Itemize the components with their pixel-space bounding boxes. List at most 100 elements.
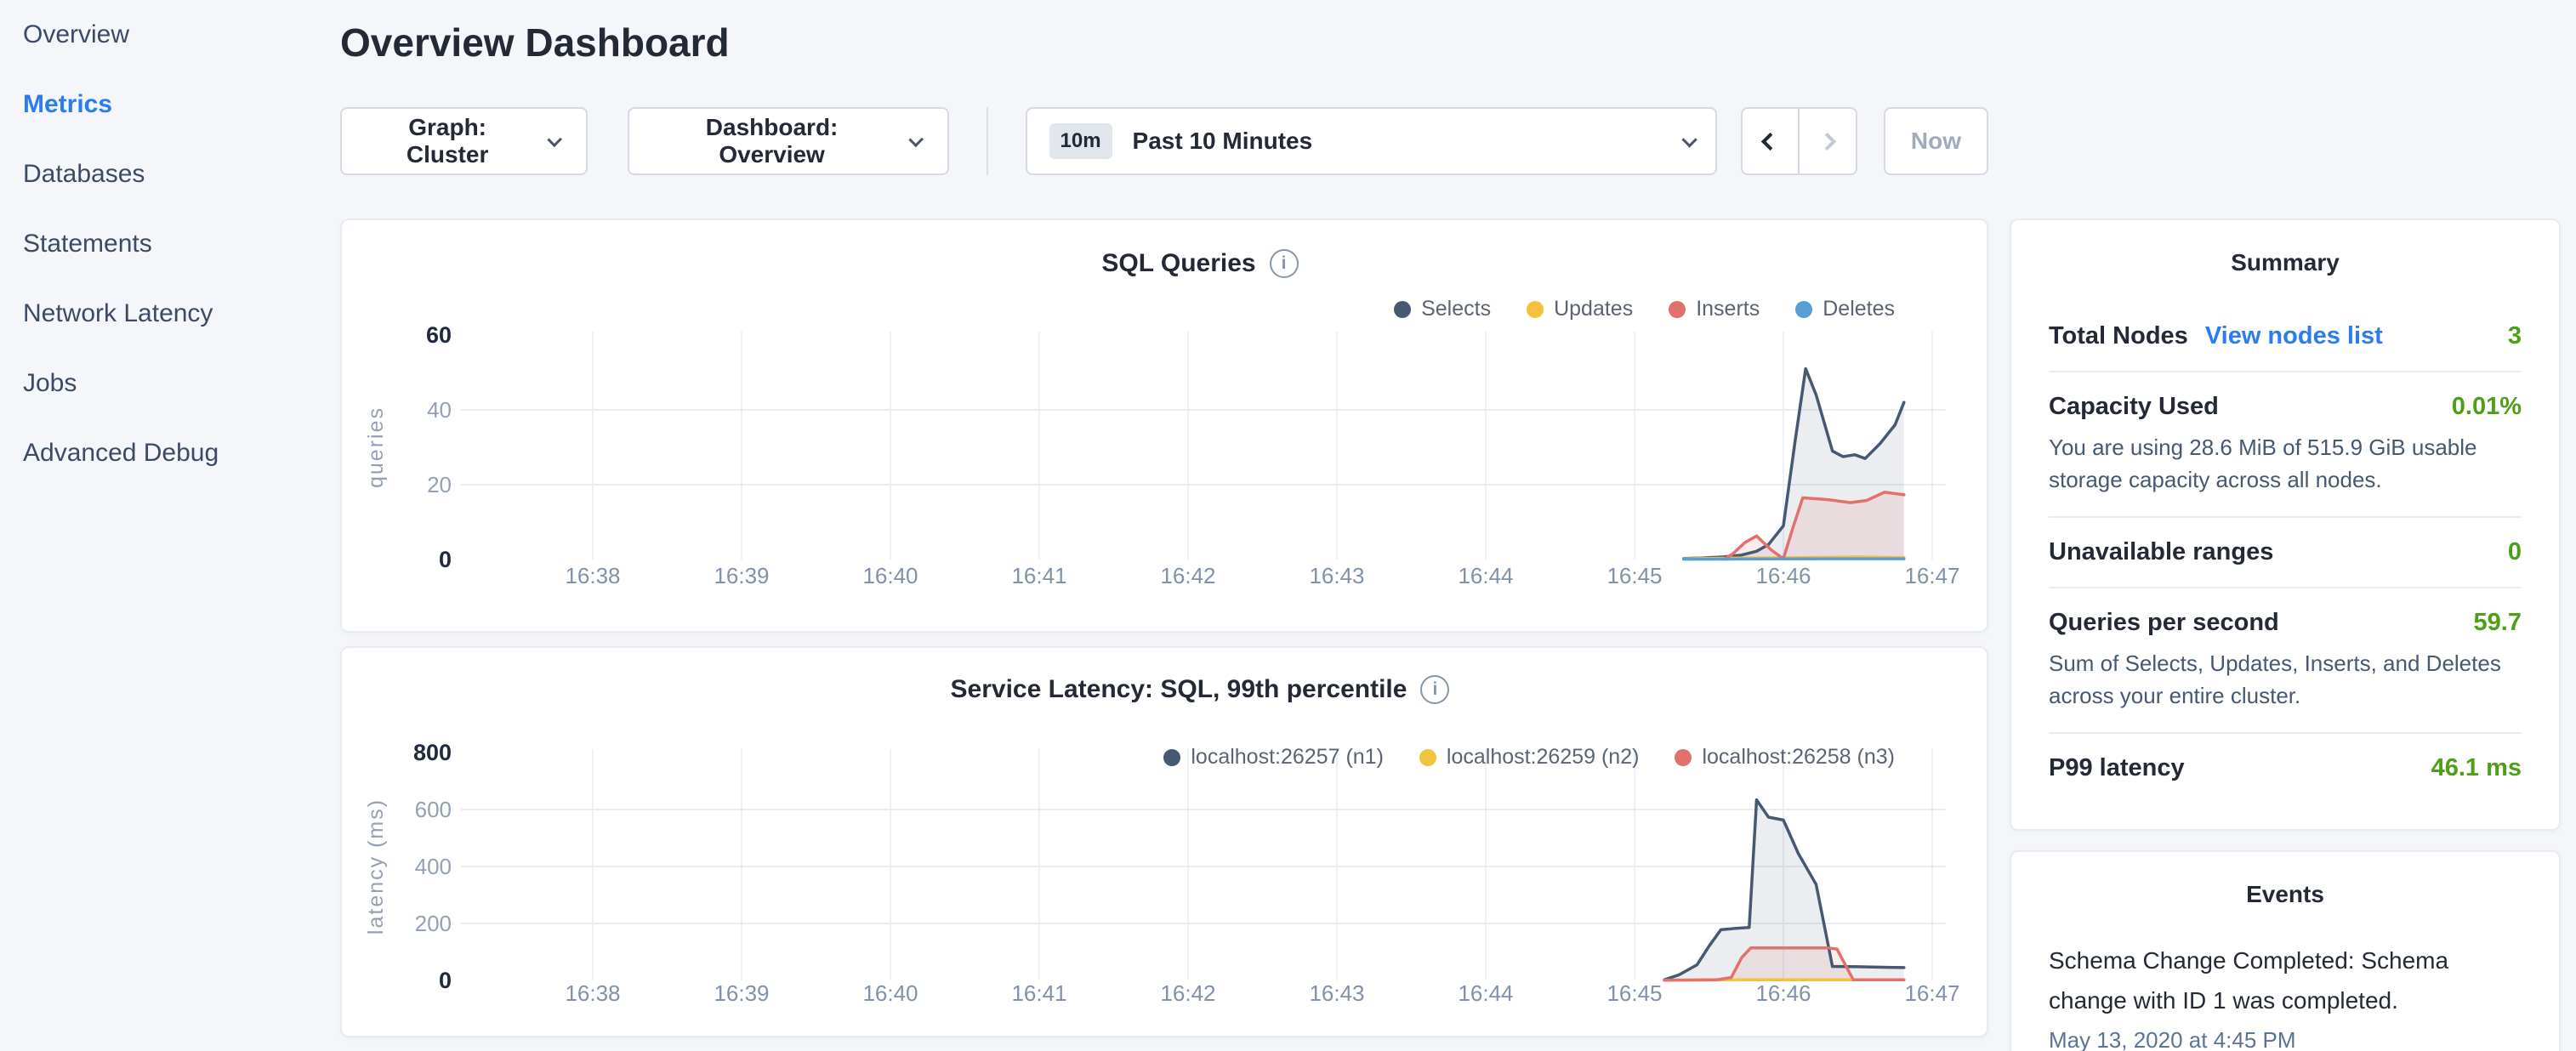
summary-row-value: 46.1 ms [2431, 754, 2522, 782]
summary-row-description: You are using 28.6 MiB of 515.9 GiB usab… [2049, 431, 2522, 496]
sidebar-item-overview[interactable]: Overview [0, 0, 340, 70]
y-axis-tick-label: 0 [439, 968, 452, 993]
x-axis-tick-label: 16:47 [1904, 563, 1959, 588]
legend-label: Selects [1421, 297, 1491, 321]
x-axis-tick-label: 16:44 [1458, 563, 1513, 588]
dashboard-dropdown[interactable]: Dashboard: Overview [628, 107, 949, 175]
x-axis-tick-label: 16:45 [1606, 563, 1662, 588]
sql-queries-legend: Selects Updates Inserts Deletes [1394, 297, 1895, 321]
legend-label: Inserts [1696, 297, 1760, 321]
service-latency-plot[interactable]: 16:3816:3916:4016:4116:4216:4316:4416:45… [342, 648, 1990, 1039]
graph-dropdown-label: Graph: Cluster [369, 114, 526, 168]
x-axis-tick-label: 16:42 [1160, 563, 1215, 588]
sidebar-item-advanced-debug[interactable]: Advanced Debug [0, 418, 340, 488]
x-axis-tick-label: 16:41 [1011, 980, 1066, 1006]
service-latency-title: Service Latency: SQL, 99th percentile i [461, 675, 1939, 704]
sidebar-item-metrics[interactable]: Metrics [0, 70, 340, 139]
x-axis-tick-label: 16:40 [862, 980, 918, 1006]
info-icon[interactable]: i [1270, 249, 1299, 278]
sidebar-item-network-latency[interactable]: Network Latency [0, 279, 340, 349]
sidebar-item-databases[interactable]: Databases [0, 139, 340, 209]
sidebar-item-label: Network Latency [23, 299, 213, 327]
event-timestamp: May 13, 2020 at 4:45 PM [2049, 1027, 2522, 1051]
x-axis-tick-label: 16:43 [1309, 563, 1364, 588]
time-next-button[interactable] [1800, 109, 1856, 173]
sidebar-item-label: Advanced Debug [23, 439, 219, 467]
chart-title-text: SQL Queries [1101, 249, 1255, 278]
y-axis-title: queries [364, 406, 388, 488]
x-axis-tick-label: 16:41 [1011, 563, 1066, 588]
time-range-label: Past 10 Minutes [1133, 128, 1683, 155]
x-axis-tick-label: 16:46 [1755, 563, 1811, 588]
legend-item[interactable]: Inserts [1669, 297, 1760, 321]
legend-dot [1527, 301, 1544, 318]
chart-title-text: Service Latency: SQL, 99th percentile [951, 675, 1407, 704]
chevron-right-icon [1818, 132, 1836, 150]
summary-row-total-nodes: Total Nodes View nodes list 3 [2049, 302, 2522, 372]
legend-label: Updates [1554, 297, 1633, 321]
sidebar-item-jobs[interactable]: Jobs [0, 349, 340, 418]
view-nodes-list-link[interactable]: View nodes list [2205, 322, 2383, 350]
summary-card: Summary Total Nodes View nodes list 3 Ca… [2010, 219, 2561, 831]
events-card: Events Schema Change Completed: Schema c… [2010, 850, 2561, 1051]
main-content: Overview Dashboard Graph: Cluster Dashbo… [340, 0, 1988, 1051]
time-range-badge: 10m [1049, 123, 1112, 159]
y-axis-tick-label: 200 [415, 911, 452, 936]
y-axis-tick-label: 400 [415, 854, 452, 879]
sidebar-item-statements[interactable]: Statements [0, 209, 340, 279]
y-axis-tick-label: 0 [439, 547, 452, 572]
summary-row-value: 0.01% [2452, 393, 2522, 421]
now-button[interactable]: Now [1884, 107, 1988, 175]
x-axis-tick-label: 16:47 [1904, 980, 1959, 1006]
legend-label: localhost:26258 (n3) [1702, 745, 1895, 770]
chevron-left-icon [1761, 132, 1779, 150]
legend-item[interactable]: localhost:26259 (n2) [1419, 745, 1640, 770]
x-axis-tick-label: 16:38 [565, 563, 620, 588]
summary-rows: Total Nodes View nodes list 3 Capacity U… [2049, 302, 2522, 803]
events-title: Events [2049, 881, 2522, 908]
summary-title: Summary [2049, 249, 2522, 276]
dashboard-dropdown-label: Dashboard: Overview [657, 114, 887, 168]
chevron-down-icon [1682, 132, 1697, 147]
summary-row-label: Capacity Used [2049, 393, 2219, 421]
legend-item[interactable]: Updates [1527, 297, 1633, 321]
legend-label: localhost:26257 (n1) [1191, 745, 1384, 770]
legend-item[interactable]: Selects [1394, 297, 1491, 321]
summary-row-description: Sum of Selects, Updates, Inserts, and De… [2049, 647, 2522, 712]
info-icon[interactable]: i [1420, 675, 1449, 704]
summary-row-label: Unavailable ranges [2049, 538, 2273, 566]
legend-item[interactable]: Deletes [1795, 297, 1895, 321]
app-root: Overview Metrics Databases Statements Ne… [0, 0, 2576, 1051]
sql-queries-plot[interactable]: 16:3816:3916:4016:4116:4216:4316:4416:45… [342, 220, 1990, 634]
x-axis-tick-label: 16:46 [1755, 980, 1811, 1006]
toolbar: Graph: Cluster Dashboard: Overview 10m P… [340, 107, 1988, 175]
legend-item[interactable]: localhost:26257 (n1) [1163, 745, 1384, 770]
chevron-down-icon [548, 132, 563, 147]
summary-row-label: P99 latency [2049, 754, 2185, 782]
toolbar-divider [987, 107, 988, 175]
series-area [1724, 492, 1904, 560]
page-title: Overview Dashboard [340, 20, 1988, 65]
summary-row-capacity-used: Capacity Used 0.01% You are using 28.6 M… [2049, 372, 2522, 518]
sidebar-item-label: Metrics [23, 90, 112, 118]
legend-dot [1163, 749, 1180, 766]
time-range-selector[interactable]: 10m Past 10 Minutes [1026, 107, 1718, 175]
sql-queries-chart-card: 16:3816:3916:4016:4116:4216:4316:4416:45… [340, 219, 1988, 633]
summary-row-label: Queries per second [2049, 609, 2279, 637]
x-axis-tick-label: 16:44 [1458, 980, 1513, 1006]
y-axis-tick-label: 20 [427, 472, 452, 497]
x-axis-tick-label: 16:38 [565, 980, 620, 1006]
y-axis-tick-label: 800 [413, 740, 452, 765]
legend-dot [1669, 301, 1686, 318]
event-list-item[interactable]: Schema Change Completed: Schema change w… [2049, 940, 2522, 1051]
x-axis-tick-label: 16:39 [714, 563, 769, 588]
event-message: Schema Change Completed: Schema change w… [2049, 940, 2522, 1020]
time-prev-button[interactable] [1743, 109, 1799, 173]
summary-row-value: 3 [2508, 322, 2522, 350]
x-axis-tick-label: 16:45 [1606, 980, 1662, 1006]
sidebar-nav: Overview Metrics Databases Statements Ne… [0, 0, 340, 488]
graph-dropdown[interactable]: Graph: Cluster [340, 107, 588, 175]
sql-queries-title: SQL Queries i [461, 249, 1939, 278]
legend-item[interactable]: localhost:26258 (n3) [1675, 745, 1895, 770]
time-step-buttons [1741, 107, 1857, 175]
